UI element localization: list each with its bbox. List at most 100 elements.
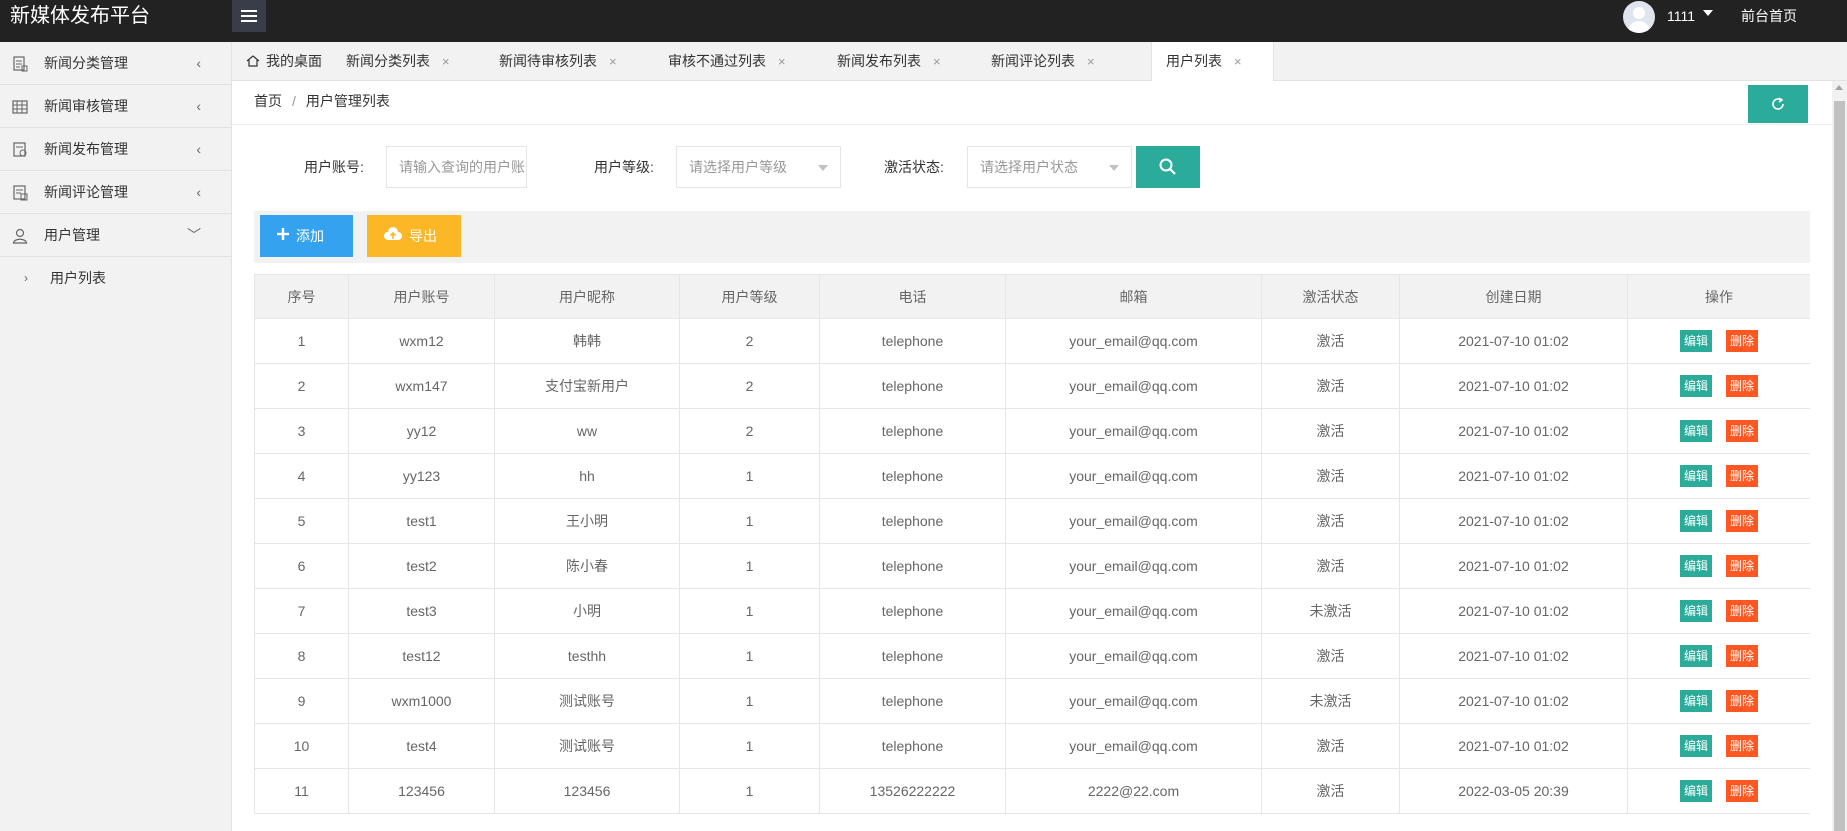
sidebar-item-review[interactable]: 新闻审核管理 ‹: [0, 85, 231, 128]
edit-button[interactable]: 编辑: [1679, 690, 1712, 712]
cell-created: 2021-07-10 01:02: [1399, 363, 1628, 409]
edit-button[interactable]: 编辑: [1679, 735, 1712, 757]
close-icon[interactable]: ×: [442, 54, 450, 69]
cell-index: 3: [254, 408, 349, 454]
chevron-down-icon: [1109, 165, 1119, 171]
close-icon[interactable]: ×: [778, 54, 786, 69]
sidebar-item-label: 用户管理: [44, 227, 100, 243]
edit-button[interactable]: 编辑: [1679, 780, 1712, 802]
delete-button[interactable]: 删除: [1726, 735, 1759, 757]
cell-created: 2021-07-10 01:02: [1399, 408, 1628, 454]
cell-level: 1: [679, 678, 820, 724]
cell-index: 4: [254, 453, 349, 499]
cell-email: 2222@22.com: [1005, 768, 1262, 814]
delete-button[interactable]: 删除: [1726, 420, 1759, 442]
cell-index: 6: [254, 543, 349, 589]
refresh-button[interactable]: [1748, 85, 1808, 123]
cell-status: 未激活: [1261, 588, 1400, 634]
close-icon[interactable]: ×: [609, 54, 617, 69]
cell-email: your_email@qq.com: [1005, 588, 1262, 634]
cell-account: wxm147: [348, 363, 495, 409]
sidebar-item-comment[interactable]: 新闻评论管理 ‹: [0, 171, 231, 214]
tab-news-comment[interactable]: 新闻评论列表 ×: [977, 42, 1095, 81]
scroll-up-arrow-icon[interactable]: [1835, 85, 1843, 90]
edit-button[interactable]: 编辑: [1679, 645, 1712, 667]
column-header-status: 激活状态: [1261, 274, 1400, 319]
table-row: 4 yy123 hh 1 telephone your_email@qq.com 激活 202…: [254, 453, 1810, 499]
user-icon: [12, 228, 28, 244]
menu-toggle-button[interactable]: [232, 0, 266, 32]
chevron-down-icon: ﹀: [187, 227, 201, 243]
publish-icon: [13, 142, 27, 157]
tab-news-publish[interactable]: 新闻发布列表 ×: [823, 42, 941, 81]
scrollbar[interactable]: [1832, 81, 1847, 831]
scrollbar-thumb[interactable]: [1834, 101, 1845, 831]
cell-phone: telephone: [819, 678, 1006, 724]
add-button[interactable]: 添加: [260, 215, 353, 257]
sidebar-item-users[interactable]: 用户管理 ﹀: [0, 214, 231, 257]
front-home-link[interactable]: 前台首页: [1741, 0, 1797, 32]
tab-review-rejected[interactable]: 审核不通过列表 ×: [654, 42, 786, 81]
edit-button[interactable]: 编辑: [1679, 420, 1712, 442]
delete-button[interactable]: 删除: [1726, 555, 1759, 577]
tab-desktop[interactable]: 我的桌面: [232, 42, 322, 81]
cell-account: 123456: [348, 768, 495, 814]
delete-button[interactable]: 删除: [1726, 375, 1759, 397]
edit-button[interactable]: 编辑: [1679, 600, 1712, 622]
cell-account: test1: [348, 498, 495, 544]
grid-icon: [12, 100, 28, 114]
avatar[interactable]: [1623, 1, 1655, 33]
cell-phone: telephone: [819, 408, 1006, 454]
delete-button[interactable]: 删除: [1726, 330, 1759, 352]
status-select[interactable]: 请选择用户状态: [967, 146, 1132, 188]
sidebar-item-label: 新闻分类管理: [44, 55, 128, 71]
edit-button[interactable]: 编辑: [1679, 510, 1712, 532]
close-icon[interactable]: ×: [1087, 54, 1095, 69]
cell-account: wxm12: [348, 318, 495, 364]
cell-status: 激活: [1261, 768, 1400, 814]
close-icon[interactable]: ×: [1234, 54, 1242, 69]
column-header-nickname: 用户昵称: [494, 274, 680, 319]
caret-down-icon[interactable]: [1703, 10, 1713, 16]
edit-button[interactable]: 编辑: [1679, 330, 1712, 352]
delete-button[interactable]: 删除: [1726, 690, 1759, 712]
sidebar-item-publish[interactable]: 新闻发布管理 ‹: [0, 128, 231, 171]
cell-status: 激活: [1261, 543, 1400, 589]
close-icon[interactable]: ×: [933, 54, 941, 69]
search-button[interactable]: [1136, 146, 1200, 188]
column-header-email: 邮箱: [1005, 274, 1262, 319]
tab-news-category[interactable]: 新闻分类列表 ×: [332, 42, 450, 81]
edit-button[interactable]: 编辑: [1679, 555, 1712, 577]
tabs-bar: 我的桌面 新闻分类列表 × 新闻待审核列表 × 审核不通过列表 × 新闻发布列表 × 新…: [232, 42, 1847, 82]
delete-button[interactable]: 删除: [1726, 645, 1759, 667]
account-label: 用户账号:: [304, 159, 364, 175]
level-select[interactable]: 请选择用户等级: [676, 146, 841, 188]
table-row: 7 test3 小明 1 telephone your_email@qq.com 未激活 20…: [254, 588, 1810, 634]
tab-user-list[interactable]: 用户列表 ×: [1151, 42, 1274, 82]
delete-button[interactable]: 删除: [1726, 780, 1759, 802]
delete-button[interactable]: 删除: [1726, 510, 1759, 532]
cell-index: 1: [254, 318, 349, 364]
delete-button[interactable]: 删除: [1726, 600, 1759, 622]
cell-email: your_email@qq.com: [1005, 453, 1262, 499]
cell-nickname: 测试账号: [494, 723, 680, 769]
breadcrumb-home[interactable]: 首页: [254, 93, 282, 109]
username[interactable]: 1111: [1667, 0, 1695, 32]
sidebar-subitem-user-list[interactable]: › 用户列表: [0, 257, 231, 300]
export-button[interactable]: 导出: [367, 215, 461, 257]
tab-news-pending[interactable]: 新闻待审核列表 ×: [485, 42, 617, 81]
delete-button[interactable]: 删除: [1726, 465, 1759, 487]
cell-status: 激活: [1261, 318, 1400, 364]
cell-nickname: 支付宝新用户: [494, 363, 680, 409]
cell-account: wxm1000: [348, 678, 495, 724]
sidebar-item-category[interactable]: 新闻分类管理 ‹: [0, 42, 231, 85]
cell-index: 10: [254, 723, 349, 769]
account-search-input[interactable]: [386, 146, 527, 188]
cell-nickname: 韩韩: [494, 318, 680, 364]
cell-nickname: hh: [494, 453, 680, 499]
edit-button[interactable]: 编辑: [1679, 375, 1712, 397]
chevron-left-icon: ‹: [196, 184, 201, 200]
cell-phone: telephone: [819, 723, 1006, 769]
edit-button[interactable]: 编辑: [1679, 465, 1712, 487]
column-header-created: 创建日期: [1399, 274, 1628, 319]
